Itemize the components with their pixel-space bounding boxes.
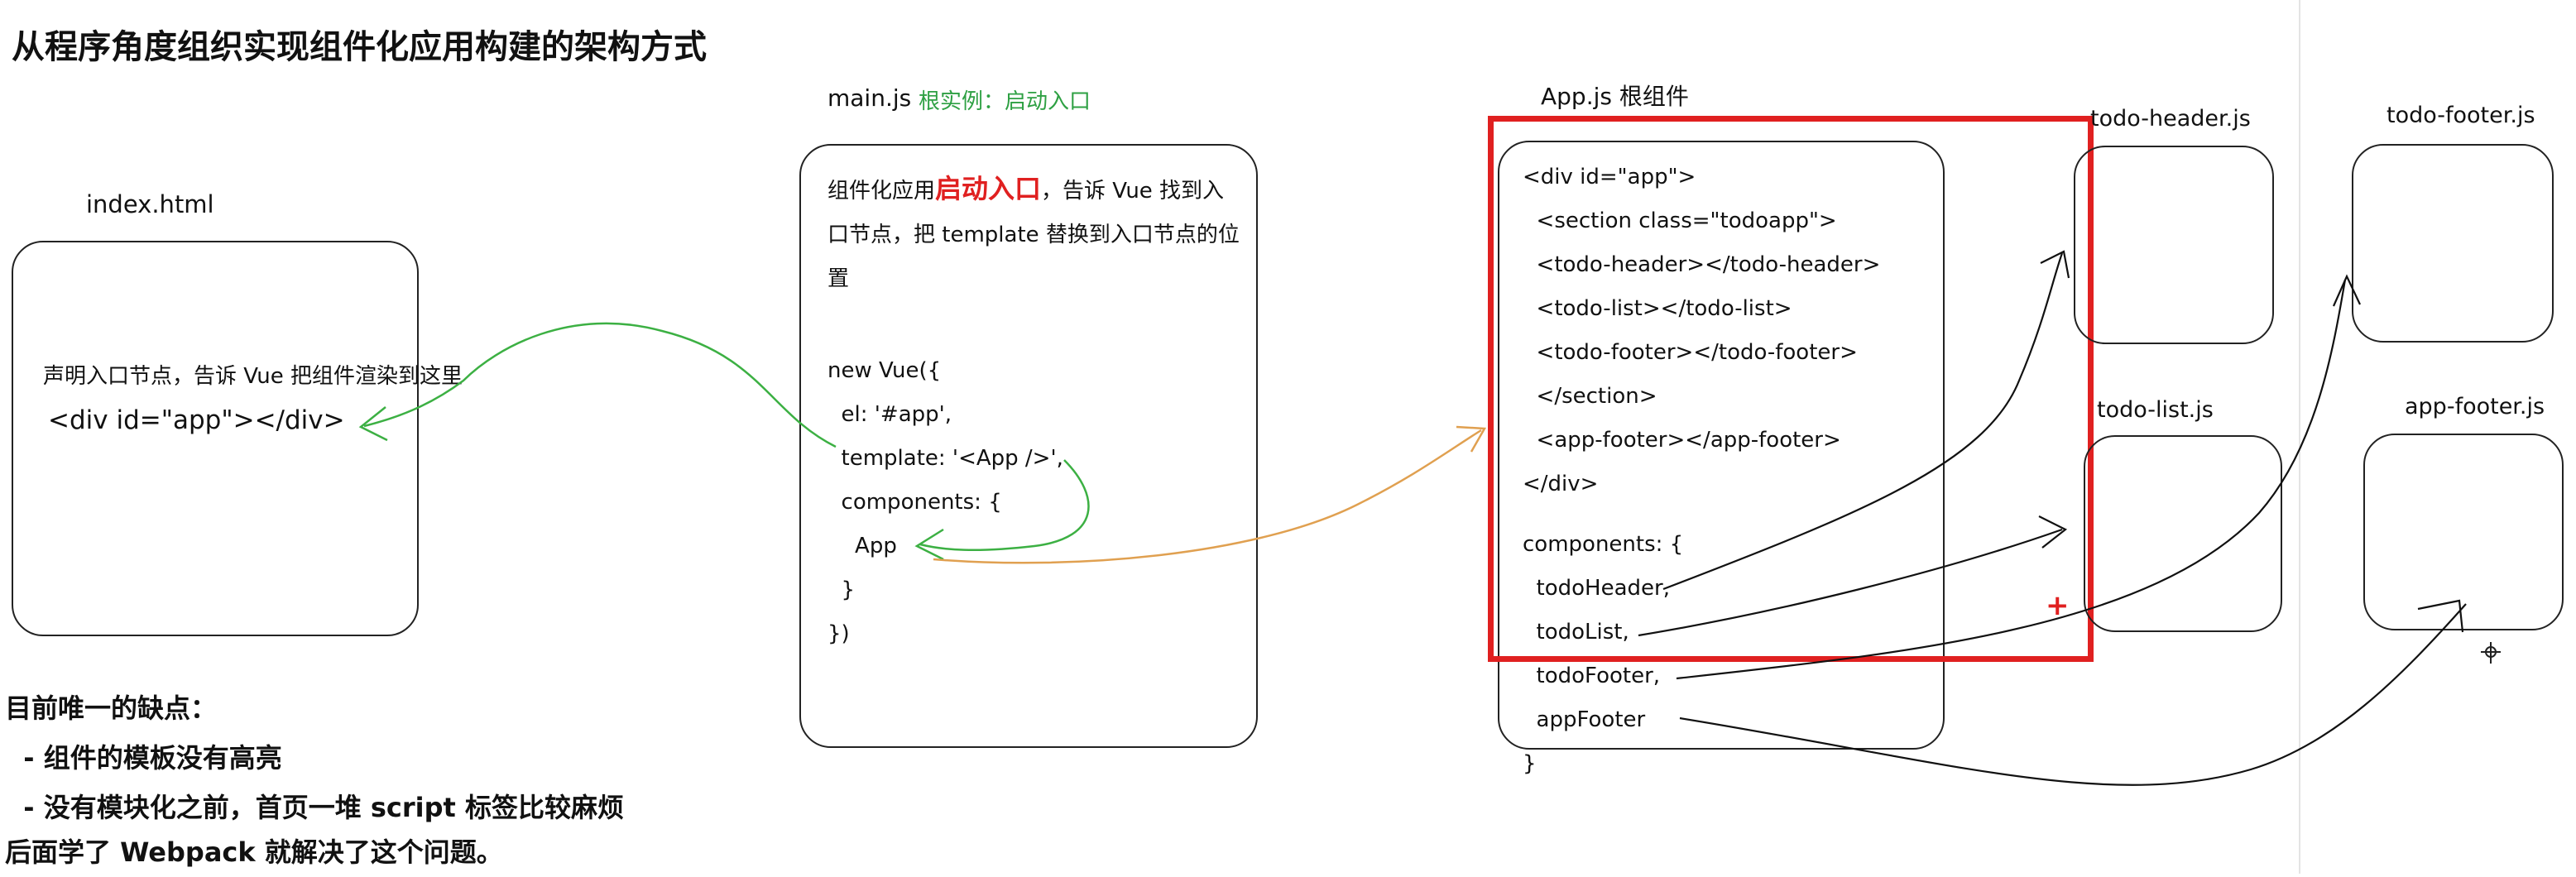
connector-layer: [358, 250, 2501, 786]
arrow-todo-footer: [1676, 279, 2347, 680]
arrow-app-footer: [1679, 603, 2467, 786]
green-arrow-to-app: [919, 459, 1090, 552]
green-arrow-to-index: [363, 322, 837, 448]
arrowhead-todo-footer: [2332, 274, 2361, 307]
arrow-todo-header: [1662, 252, 2064, 591]
orange-arrow-to-appjs: [933, 429, 1482, 564]
green-arrowhead-app: [914, 528, 944, 561]
cursor-crosshair-icon: [2481, 642, 2501, 664]
arrowhead-todo-list: [2038, 515, 2068, 549]
arrow-todo-list: [1638, 528, 2063, 637]
